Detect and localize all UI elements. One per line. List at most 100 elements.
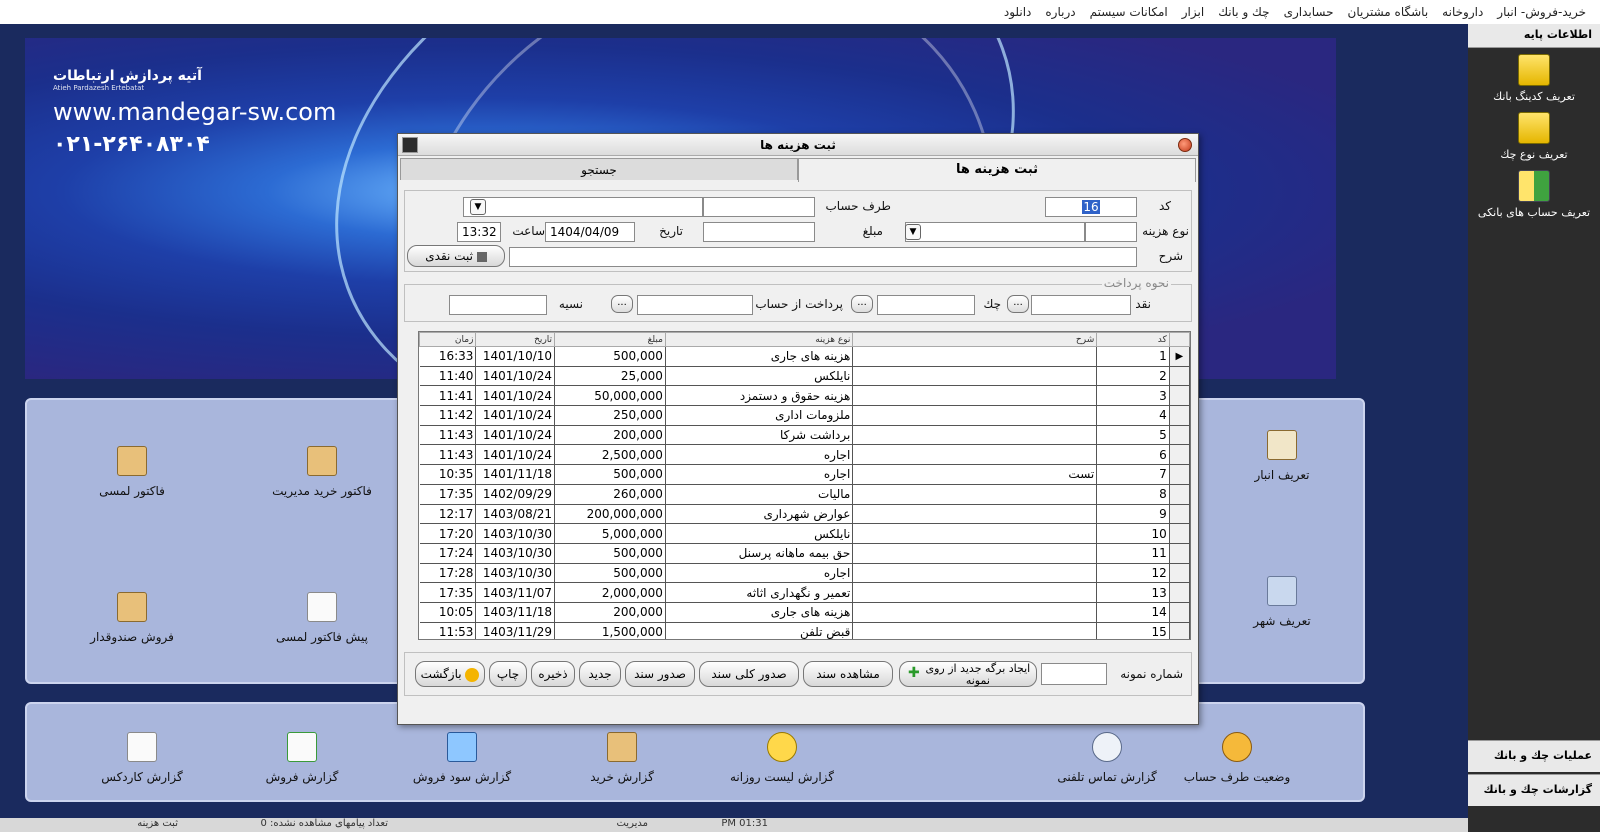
cash-register-button[interactable]: ثبت نقدی bbox=[407, 245, 505, 267]
account-browse-button[interactable]: ... bbox=[611, 295, 633, 313]
tile-account-status[interactable]: وضعیت طرف حساب bbox=[1162, 732, 1312, 784]
issue-document-button[interactable]: صدور سند bbox=[625, 661, 695, 687]
table-row[interactable]: 11:41 1401/10/24 50,000,000 هزینه حقوق و دس… bbox=[419, 385, 1190, 407]
tile-warehouse[interactable]: تعریف انبار bbox=[1207, 430, 1357, 482]
issue-total-document-button[interactable]: صدور كلی سند bbox=[699, 661, 799, 687]
tile-management-purchase-invoice[interactable]: فاكتور خرید مدیریت bbox=[247, 446, 397, 498]
dialog-title-bar[interactable]: ثبت هزینه ها bbox=[398, 134, 1198, 156]
tab-register-expense[interactable]: ثبت هزینه ها bbox=[798, 158, 1196, 182]
table-row[interactable]: 11:43 1401/10/24 2,500,000 اجاره 6 bbox=[419, 444, 1190, 466]
credit-field[interactable] bbox=[449, 295, 547, 315]
menu-item[interactable]: درباره bbox=[1045, 5, 1075, 19]
pay-from-account-field[interactable] bbox=[637, 295, 753, 315]
sample-number-field[interactable] bbox=[1041, 663, 1107, 685]
view-document-button[interactable]: مشاهده سند bbox=[803, 661, 893, 687]
cell-amount: 2,000,000 bbox=[554, 582, 666, 603]
expense-type-code-field[interactable] bbox=[1085, 222, 1137, 242]
table-row[interactable]: 11:43 1401/10/24 200,000 برداشت شركا 5 bbox=[419, 425, 1190, 446]
tile-sales-report[interactable]: گزارش فروش bbox=[227, 732, 377, 784]
sidebar-item-bank-accounts[interactable]: تعریف حساب های بانكی bbox=[1468, 170, 1600, 219]
menu-item[interactable]: دانلود bbox=[1004, 5, 1032, 19]
print-button[interactable]: چاپ bbox=[489, 661, 527, 687]
company-website: www.mandegar-sw.com bbox=[53, 98, 337, 126]
sidebar-item-check-type[interactable]: تعریف نوع چك bbox=[1468, 112, 1600, 161]
row-indicator bbox=[1169, 523, 1190, 544]
chevron-down-icon[interactable]: ▼ bbox=[905, 224, 921, 240]
column-header-description[interactable]: شرح bbox=[852, 332, 1098, 347]
check-field[interactable] bbox=[877, 295, 975, 315]
cell-desc bbox=[852, 563, 1098, 584]
chevron-down-icon[interactable]: ▼ bbox=[470, 199, 486, 215]
column-header-time[interactable]: زمان bbox=[419, 332, 477, 347]
sidebar-header-basic-info[interactable]: اطلاعات پایه bbox=[1468, 24, 1600, 48]
column-header-date[interactable]: تاریخ bbox=[475, 332, 556, 347]
amount-field[interactable] bbox=[703, 222, 815, 242]
table-row[interactable]: 17:28 1403/10/30 500,000 اجاره 12 bbox=[419, 563, 1190, 584]
tile-profit-report[interactable]: گزارش سود فروش bbox=[387, 732, 537, 784]
create-from-sample-button[interactable]: ✚ ایجاد برگه جدید از روی نمونه bbox=[899, 661, 1037, 687]
cell-date: 1401/10/24 bbox=[475, 366, 556, 387]
check-browse-button[interactable]: ... bbox=[851, 295, 873, 313]
description-field[interactable] bbox=[509, 247, 1137, 267]
date-field[interactable]: 1404/04/09 bbox=[545, 222, 635, 242]
sidebar-item-bank-coding[interactable]: تعریف كدینگ بانك bbox=[1468, 54, 1600, 103]
cell-desc bbox=[852, 444, 1098, 466]
menu-item[interactable]: امكانات سیستم bbox=[1090, 5, 1168, 19]
tab-search[interactable]: جستجو bbox=[400, 158, 798, 180]
cell-desc: تست bbox=[852, 464, 1098, 485]
save-button[interactable]: ذخیره bbox=[531, 661, 575, 687]
account-party-name-field[interactable] bbox=[463, 197, 703, 217]
row-indicator bbox=[1169, 582, 1190, 603]
table-row[interactable]: 17:24 1403/10/30 500,000 حق بیمه ماهانه پرس… bbox=[419, 543, 1190, 564]
expenses-grid[interactable]: زمان تاریخ مبلغ نوع هزینه شرح كد 16:33 14… bbox=[418, 331, 1191, 640]
new-button[interactable]: جدید bbox=[579, 661, 621, 687]
menu-item[interactable]: ابزار bbox=[1182, 5, 1204, 19]
table-row[interactable]: 16:33 1401/10/10 500,000 هزینه های جاری 1 ▶ bbox=[419, 346, 1190, 367]
account-party-code-field[interactable] bbox=[703, 197, 815, 217]
menu-item[interactable]: حسابداری bbox=[1284, 5, 1334, 19]
cell-type: قبض تلفن bbox=[665, 622, 854, 639]
tile-phone-call-report[interactable]: گزارش تماس تلفنی bbox=[1032, 732, 1182, 784]
tile-touch-pre-invoice[interactable]: پیش فاكتور لمسی bbox=[247, 592, 397, 644]
sidebar-section-check-bank-reports[interactable]: گزارشات چك و بانك bbox=[1468, 774, 1600, 806]
menu-item[interactable]: داروخانه bbox=[1442, 5, 1483, 19]
column-header-expense-type[interactable]: نوع هزینه bbox=[664, 332, 854, 347]
tile-purchase-report[interactable]: گزارش خرید bbox=[547, 732, 697, 784]
table-row[interactable]: 17:20 1403/10/30 5,000,000 نایلكس 10 bbox=[419, 523, 1190, 544]
close-icon[interactable] bbox=[1178, 138, 1192, 152]
table-row[interactable]: 10:35 1401/11/18 500,000 اجاره تست 7 bbox=[419, 464, 1190, 485]
pre-invoice-icon bbox=[307, 592, 337, 622]
cash-browse-button[interactable]: ... bbox=[1007, 295, 1029, 313]
column-header-amount[interactable]: مبلغ bbox=[554, 332, 666, 347]
menu-item[interactable]: خرید-فروش- انبار bbox=[1497, 5, 1586, 19]
table-row[interactable]: 11:42 1401/10/24 250,000 ملزومات اداری 4 bbox=[419, 405, 1190, 426]
menu-item[interactable]: باشگاه مشتریان bbox=[1348, 5, 1429, 19]
app-system-icon[interactable] bbox=[402, 137, 418, 153]
table-row[interactable]: 11:53 1403/11/29 1,500,000 قبض تلفن 15 bbox=[419, 622, 1190, 639]
purchase-invoice-icon bbox=[307, 446, 337, 476]
cash-field[interactable] bbox=[1031, 295, 1131, 315]
column-header-code[interactable]: كد bbox=[1096, 332, 1170, 347]
bank-account-icon bbox=[1518, 170, 1550, 202]
tile-daily-list-report[interactable]: گزارش لیست روزانه bbox=[707, 732, 857, 784]
tile-city[interactable]: تعریف شهر bbox=[1207, 576, 1357, 628]
daily-list-icon bbox=[767, 732, 797, 762]
table-row[interactable]: 10:05 1403/11/18 200,000 هزینه های جاری 14 bbox=[419, 602, 1190, 623]
sidebar-section-check-bank-ops[interactable]: عملیات چك و بانك bbox=[1468, 740, 1600, 772]
cell-date: 1403/08/21 bbox=[475, 504, 556, 525]
code-field[interactable]: 16 bbox=[1045, 197, 1137, 217]
table-row[interactable]: 17:35 1403/11/07 2,000,000 تعمیر و نگهداری … bbox=[419, 582, 1190, 603]
time-field[interactable]: 13:32 bbox=[457, 222, 501, 242]
back-button[interactable]: بازگشت bbox=[415, 661, 485, 687]
cell-amount: 260,000 bbox=[554, 484, 666, 505]
tile-touch-invoice[interactable]: فاكتور لمسی bbox=[57, 446, 207, 498]
cell-code: 9 bbox=[1096, 504, 1170, 525]
tile-cardex-report[interactable]: گزارش كاردكس bbox=[67, 732, 217, 784]
cell-date: 1401/10/24 bbox=[475, 425, 556, 446]
tile-cashier-sale[interactable]: فروش صندوقدار bbox=[57, 592, 207, 644]
table-row[interactable]: 12:17 1403/08/21 200,000,000 عوارض شهرداری 9 bbox=[419, 504, 1190, 525]
table-row[interactable]: 11:40 1401/10/24 25,000 نایلكس 2 bbox=[419, 366, 1190, 387]
expense-type-field[interactable] bbox=[905, 222, 1085, 242]
menu-item[interactable]: چك و بانك bbox=[1218, 5, 1269, 19]
table-row[interactable]: 17:35 1402/09/29 260,000 مالیات 8 bbox=[419, 484, 1190, 505]
